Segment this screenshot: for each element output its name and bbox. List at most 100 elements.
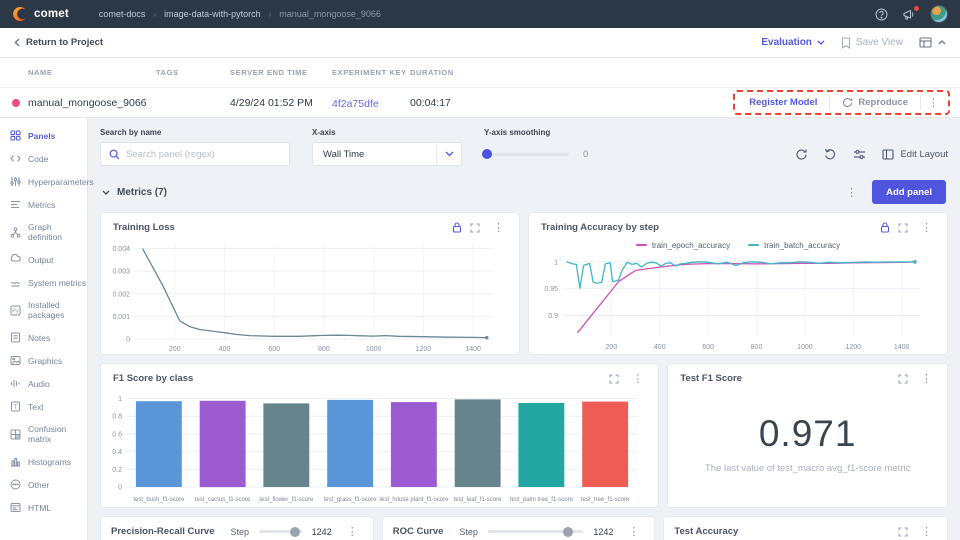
svg-text:400: 400 [219, 346, 231, 353]
col-name: NAME [28, 68, 156, 77]
sidebar-item-html[interactable]: HTML [0, 496, 87, 519]
panel-title: ROC Curve [393, 526, 444, 537]
svg-text:200: 200 [606, 344, 618, 351]
sidebar-label: Code [28, 154, 48, 164]
panel-more-menu[interactable]: ⋮ [627, 372, 648, 385]
sidebar-item-code[interactable]: Code [0, 147, 87, 170]
refresh-icon[interactable] [795, 148, 808, 161]
xaxis-label: X-axis [312, 128, 462, 137]
fullscreen-icon[interactable] [470, 223, 480, 233]
col-duration: DURATION [410, 68, 500, 77]
panel-more-menu[interactable]: ⋮ [916, 525, 937, 538]
chevron-down-icon [445, 151, 454, 157]
sidebar-item-graphics[interactable]: Graphics [0, 349, 87, 372]
panel-more-menu[interactable]: ⋮ [916, 221, 937, 234]
brand-name: comet [34, 8, 69, 20]
legend-entry[interactable]: train_batch_accuracy [748, 241, 840, 250]
panel-more-menu[interactable]: ⋮ [342, 525, 363, 538]
sidebar-item-panels[interactable]: Panels [0, 124, 87, 147]
experiment-color-dot [12, 99, 20, 107]
experiment-key-link[interactable]: 4f2a75dfe [332, 98, 379, 110]
sidebar-item-other[interactable]: Other [0, 473, 87, 496]
register-model-button[interactable]: Register Model [739, 94, 827, 111]
histograms-bars-icon [10, 456, 21, 467]
sidebar-item-histograms[interactable]: Histograms [0, 450, 87, 473]
sidebar-item-graph-definition[interactable]: Graph definition [0, 216, 87, 248]
svg-text:1000: 1000 [797, 344, 813, 351]
breadcrumb-project[interactable]: image-data-with-pytorch [164, 9, 261, 19]
breadcrumb-workspace[interactable]: comet-docs [99, 9, 146, 19]
lock-icon[interactable] [880, 222, 890, 233]
sidebar-item-text[interactable]: T Text [0, 395, 87, 418]
sidebar-item-audio[interactable]: Audio [0, 372, 87, 395]
sidebar-item-output[interactable]: Output [0, 248, 87, 271]
sidebar-label: Histograms [28, 457, 71, 467]
search-input[interactable] [126, 149, 281, 160]
smoothing-slider[interactable] [484, 153, 569, 156]
col-tags: TAGS [156, 68, 230, 77]
panel-search[interactable] [100, 142, 290, 166]
slider-thumb[interactable] [563, 527, 573, 537]
filter-settings-icon[interactable] [853, 149, 866, 160]
sidebar-item-installed-packages[interactable]: Py Installed packages [0, 294, 87, 326]
fullscreen-icon[interactable] [898, 223, 908, 233]
sidebar-label: Metrics [28, 200, 55, 210]
xaxis-value: Wall Time [323, 149, 436, 160]
reproduce-button[interactable]: Reproduce [832, 94, 918, 111]
svg-text:0.95: 0.95 [544, 286, 558, 293]
sidebar-label: Audio [28, 379, 50, 389]
lock-icon[interactable] [452, 222, 462, 233]
panel-more-menu[interactable]: ⋮ [623, 525, 644, 538]
panel-title: Test F1 Score [680, 373, 742, 384]
view-selector-dropdown[interactable]: Evaluation [761, 37, 825, 48]
view-header: Return to Project Evaluation Save View [0, 28, 960, 58]
svg-text:600: 600 [702, 344, 714, 351]
experiment-duration: 00:04:17 [410, 97, 500, 109]
experiment-server-end-time: 4/29/24 01:52 PM [230, 97, 332, 109]
help-icon[interactable] [875, 8, 888, 21]
xaxis-select[interactable]: Wall Time [312, 142, 462, 166]
html-window-icon [10, 502, 21, 513]
reset-zoom-icon[interactable] [824, 148, 837, 161]
save-view-button[interactable]: Save View [841, 37, 903, 49]
comet-logo[interactable]: comet [12, 6, 69, 22]
sidebar-item-system-metrics[interactable]: System metrics [0, 271, 87, 294]
sidebar-label: System metrics [28, 278, 86, 288]
other-ellipsis-icon [10, 479, 21, 490]
sidebar-label: Graphics [28, 356, 62, 366]
svg-text:test_tree_f1-score: test_tree_f1-score [581, 497, 630, 503]
slider-thumb[interactable] [290, 527, 300, 537]
panel-more-menu[interactable]: ⋮ [488, 221, 509, 234]
roc-step-slider[interactable] [488, 530, 583, 533]
f1-score-bar-chart: 00.20.40.60.81test_bush_f1-scoretest_cac… [101, 389, 645, 507]
legend-entry[interactable]: train_epoch_accuracy [636, 241, 730, 250]
slider-thumb[interactable] [482, 149, 492, 159]
experiment-more-menu[interactable]: ⋮ [923, 96, 944, 109]
edit-layout-button[interactable]: Edit Layout [882, 149, 948, 160]
metrics-section-toggle[interactable]: Metrics (7) [102, 187, 167, 198]
sidebar-item-confusion-matrix[interactable]: Confusion matrix [0, 418, 87, 450]
search-label: Search by name [100, 128, 290, 137]
announcements-icon[interactable] [902, 8, 916, 21]
layout-toggle[interactable] [919, 37, 946, 48]
panel-more-menu[interactable]: ⋮ [916, 372, 937, 385]
section-more-menu[interactable]: ⋮ [841, 186, 862, 199]
svg-text:0.002: 0.002 [112, 291, 130, 298]
add-panel-button[interactable]: Add panel [872, 180, 946, 204]
user-avatar[interactable] [930, 5, 948, 23]
sidebar-item-hyperparameters[interactable]: Hyperparameters [0, 170, 87, 193]
breadcrumb-separator: › [153, 10, 156, 19]
output-terminal-icon [10, 254, 21, 265]
return-to-project-link[interactable]: Return to Project [14, 37, 103, 48]
view-controls: Evaluation Save View [761, 37, 946, 49]
return-to-project-label: Return to Project [26, 37, 103, 48]
fullscreen-icon[interactable] [898, 374, 908, 384]
fullscreen-icon[interactable] [609, 374, 619, 384]
sidebar-item-notes[interactable]: Notes [0, 326, 87, 349]
pr-step-slider[interactable] [259, 530, 302, 533]
sidebar-item-metrics[interactable]: Metrics [0, 193, 87, 216]
sidebar-label: Notes [28, 333, 50, 343]
panels-main-area: Search by name X-axis Wall Time Y-ax [88, 118, 960, 540]
experiment-row[interactable]: manual_mongoose_9066 4/29/24 01:52 PM 4f… [0, 88, 960, 117]
fullscreen-icon[interactable] [898, 527, 908, 537]
